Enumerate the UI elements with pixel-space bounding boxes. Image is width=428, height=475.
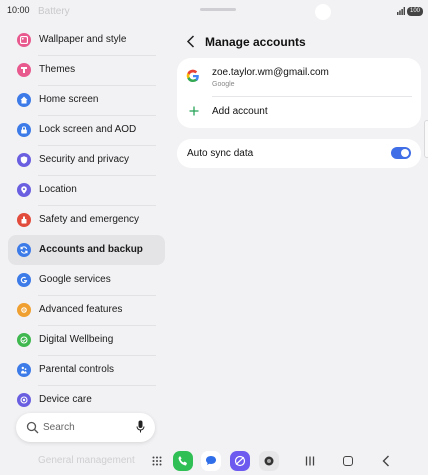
signal-icon: [397, 7, 405, 15]
settings-item-advanced[interactable]: Advanced features: [8, 295, 165, 325]
lock-icon: [17, 123, 31, 137]
settings-item-label: Safety and emergency: [39, 214, 140, 225]
google-icon: [17, 273, 31, 287]
accounts-card: zoe.taylor.wm@gmail.com Google Add accou…: [177, 58, 421, 128]
nav-back-icon[interactable]: [382, 455, 390, 467]
faded-list-item: Battery: [38, 6, 70, 17]
settings-item-accounts-backup[interactable]: Accounts and backup: [8, 235, 165, 265]
settings-item-google[interactable]: Google services: [8, 265, 165, 295]
settings-item-label: Parental controls: [39, 364, 115, 375]
location-pin-icon: [17, 183, 31, 197]
settings-item-label: Digital Wellbeing: [39, 334, 114, 345]
page-title: Manage accounts: [205, 35, 306, 49]
shield-icon: [17, 153, 31, 167]
search-icon: [26, 421, 39, 434]
advanced-features-icon: [17, 303, 31, 317]
emergency-icon: [17, 213, 31, 227]
account-provider: Google: [212, 81, 235, 88]
auto-sync-toggle[interactable]: [391, 147, 411, 159]
auto-sync-label: Auto sync data: [187, 148, 254, 159]
settings-item-label: Lock screen and AOD: [39, 124, 137, 135]
divider: [212, 96, 412, 97]
taskbar: [0, 447, 428, 475]
settings-item-device-care[interactable]: Device care: [8, 385, 165, 415]
settings-item-security[interactable]: Security and privacy: [8, 145, 165, 175]
parental-icon: [17, 363, 31, 377]
settings-item-label: Device care: [39, 394, 92, 405]
themes-icon: [17, 63, 31, 77]
back-arrow-icon[interactable]: [186, 35, 196, 48]
google-logo-icon: [186, 69, 199, 83]
wellbeing-icon: [17, 333, 31, 347]
settings-item-lock-screen[interactable]: Lock screen and AOD: [8, 115, 165, 145]
settings-item-label: Location: [39, 184, 77, 195]
settings-item-parental[interactable]: Parental controls: [8, 355, 165, 385]
settings-item-label: Security and privacy: [39, 154, 130, 165]
settings-item-label: Advanced features: [39, 304, 123, 315]
settings-list[interactable]: Battery Wallpaper and style Themes Home …: [0, 0, 172, 475]
settings-item-themes[interactable]: Themes: [8, 55, 165, 85]
settings-item-label: Home screen: [39, 94, 99, 105]
messages-app-icon[interactable]: [201, 451, 221, 471]
add-account-label: Add account: [212, 106, 268, 117]
manage-accounts-header: Manage accounts: [181, 30, 421, 54]
settings-item-label: Wallpaper and style: [39, 34, 127, 45]
home-icon: [17, 93, 31, 107]
drag-handle[interactable]: [200, 8, 236, 11]
settings-item-safety[interactable]: Safety and emergency: [8, 205, 165, 235]
home-button-icon[interactable]: [343, 456, 353, 466]
microphone-icon[interactable]: [136, 420, 145, 433]
auto-sync-row[interactable]: Auto sync data: [177, 139, 421, 168]
camera-app-icon[interactable]: [259, 451, 279, 471]
settings-item-home-screen[interactable]: Home screen: [8, 85, 165, 115]
sync-icon: [17, 243, 31, 257]
wallpaper-icon: [17, 33, 31, 47]
internet-app-icon[interactable]: [230, 451, 250, 471]
settings-item-wallpaper[interactable]: Wallpaper and style: [8, 25, 165, 55]
search-placeholder: Search: [43, 422, 75, 433]
plus-icon: [189, 106, 199, 116]
settings-item-wellbeing[interactable]: Digital Wellbeing: [8, 325, 165, 355]
settings-item-label: Themes: [39, 64, 76, 75]
toggle-knob: [401, 149, 409, 157]
settings-item-location[interactable]: Location: [8, 175, 165, 205]
device-care-icon: [17, 393, 31, 407]
battery-icon: 100: [407, 7, 423, 16]
settings-item-label: Google services: [39, 274, 111, 285]
search-bar[interactable]: Search: [16, 413, 155, 442]
edge-panel-handle[interactable]: [424, 120, 428, 158]
settings-item-label: Accounts and backup: [39, 244, 143, 255]
phone-app-icon[interactable]: [173, 451, 193, 471]
camera-cutout: [315, 4, 331, 20]
recent-apps-icon[interactable]: [305, 456, 315, 466]
account-email: zoe.taylor.wm@gmail.com: [212, 67, 329, 78]
apps-grid-icon[interactable]: [152, 456, 162, 466]
